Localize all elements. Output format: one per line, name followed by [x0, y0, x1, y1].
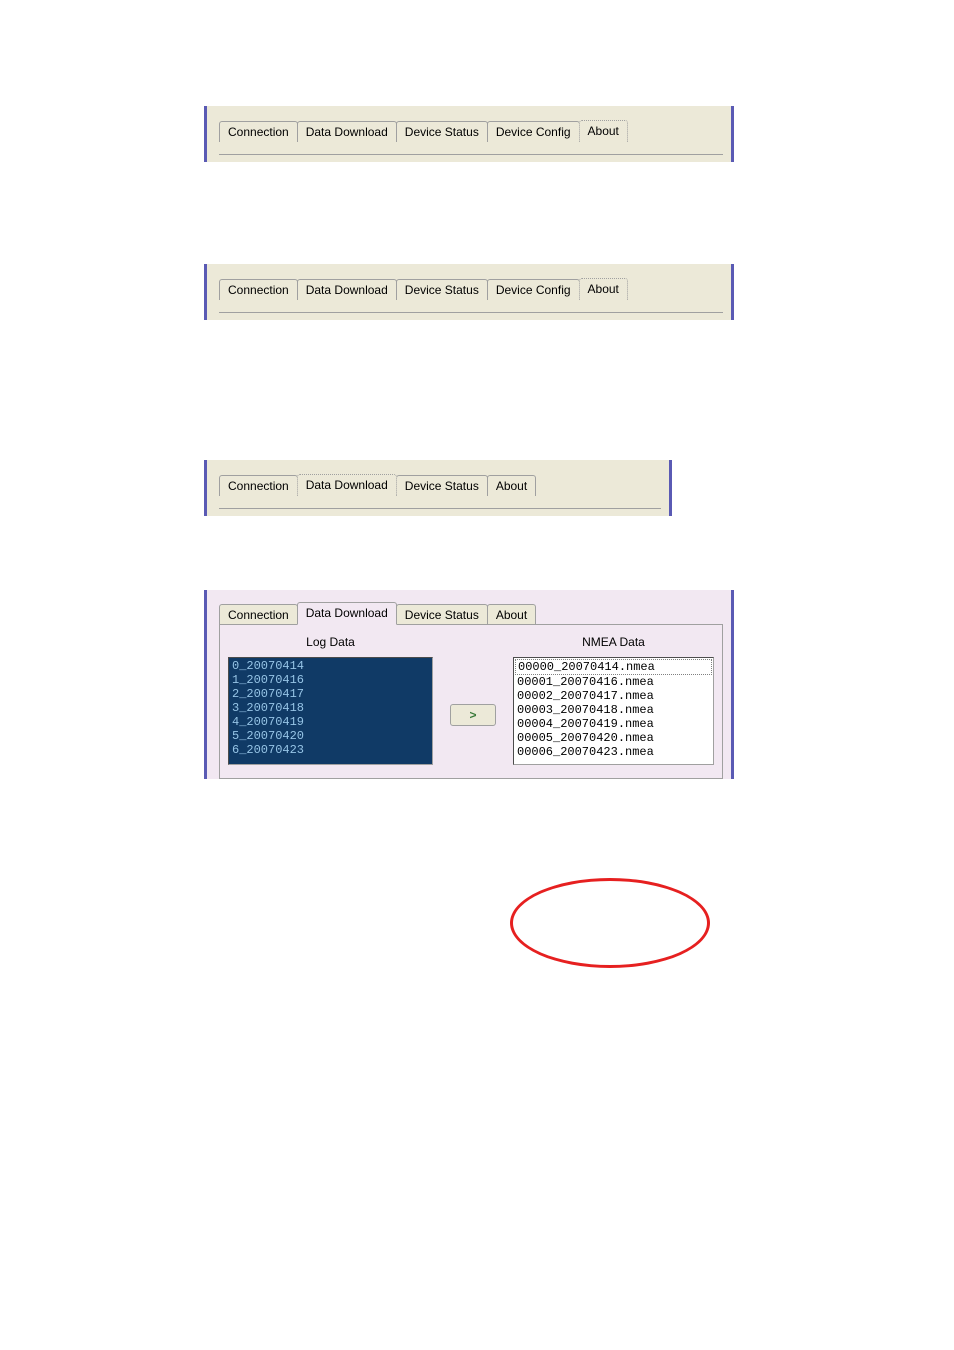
tab-strip-c: Connection Data Download Device Status A… — [204, 460, 672, 516]
tab-about[interactable]: About — [579, 278, 628, 300]
tab-device-status[interactable]: Device Status — [396, 475, 488, 496]
list-item[interactable]: 4_20070419 — [230, 715, 431, 729]
tab-strip-b: Connection Data Download Device Status D… — [204, 264, 734, 320]
tab-data-download[interactable]: Data Download — [297, 121, 397, 142]
tab-connection[interactable]: Connection — [219, 475, 298, 496]
tab-connection[interactable]: Connection — [219, 604, 298, 625]
tab-data-download[interactable]: Data Download — [297, 602, 397, 625]
tab-about[interactable]: About — [487, 475, 536, 496]
list-item[interactable]: 2_20070417 — [230, 687, 431, 701]
list-item[interactable]: 3_20070418 — [230, 701, 431, 715]
tab-device-status[interactable]: Device Status — [396, 604, 488, 625]
list-item[interactable]: 00004_20070419.nmea — [515, 717, 712, 731]
list-item[interactable]: 00005_20070420.nmea — [515, 731, 712, 745]
list-item[interactable]: 1_20070416 — [230, 673, 431, 687]
tab-device-status[interactable]: Device Status — [396, 121, 488, 142]
tab-connection[interactable]: Connection — [219, 279, 298, 300]
tab-about[interactable]: About — [487, 604, 536, 625]
tab-about[interactable]: About — [579, 120, 628, 142]
nmea-data-listbox[interactable]: 00000_20070414.nmea 00001_20070416.nmea … — [513, 657, 714, 765]
log-data-listbox[interactable]: 0_20070414 1_20070416 2_20070417 3_20070… — [228, 657, 433, 765]
list-item[interactable]: 00002_20070417.nmea — [515, 689, 712, 703]
tab-data-download[interactable]: Data Download — [297, 279, 397, 300]
list-item[interactable]: 00006_20070423.nmea — [515, 745, 712, 759]
tab-data-download[interactable]: Data Download — [297, 474, 397, 496]
tab-device-status[interactable]: Device Status — [396, 279, 488, 300]
list-item[interactable]: 00003_20070418.nmea — [515, 703, 712, 717]
tab-connection[interactable]: Connection — [219, 121, 298, 142]
list-item[interactable]: 0_20070414 — [230, 659, 431, 673]
list-item[interactable]: 00001_20070416.nmea — [515, 675, 712, 689]
nmea-data-header: NMEA Data — [513, 635, 714, 649]
transfer-right-button[interactable]: > — [450, 704, 496, 726]
log-data-header: Log Data — [228, 635, 433, 649]
annotation-ellipse — [510, 878, 710, 968]
tab-device-config[interactable]: Device Config — [487, 121, 580, 142]
tab-device-config[interactable]: Device Config — [487, 279, 580, 300]
list-item[interactable]: 00000_20070414.nmea — [515, 659, 712, 675]
tab-strip-a: Connection Data Download Device Status D… — [204, 106, 734, 162]
data-download-panel: Connection Data Download Device Status A… — [204, 590, 734, 779]
list-item[interactable]: 6_20070423 — [230, 743, 431, 757]
list-item[interactable]: 5_20070420 — [230, 729, 431, 743]
